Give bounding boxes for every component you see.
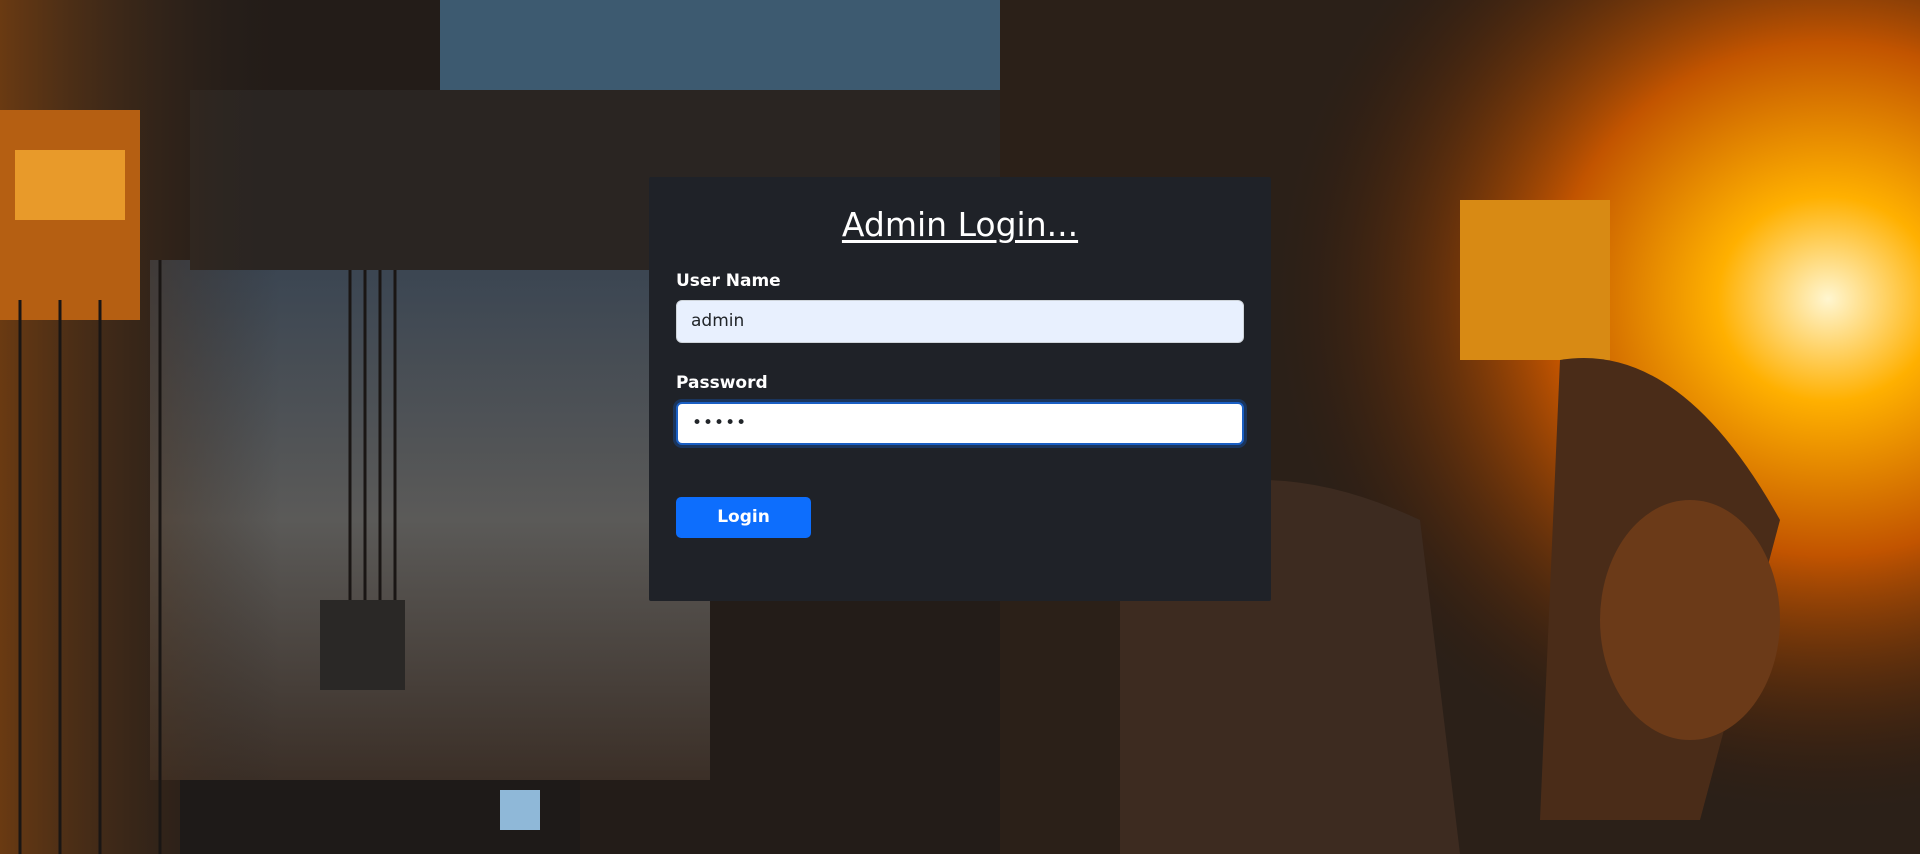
page-title: Admin Login... [841, 205, 1079, 244]
username-input[interactable] [676, 299, 1244, 343]
password-label: Password [676, 372, 768, 393]
password-input[interactable] [676, 401, 1244, 445]
login-card: Admin Login... User Name Password Login [649, 177, 1271, 601]
login-button[interactable]: Login [676, 496, 811, 538]
username-label: User Name [676, 270, 781, 291]
